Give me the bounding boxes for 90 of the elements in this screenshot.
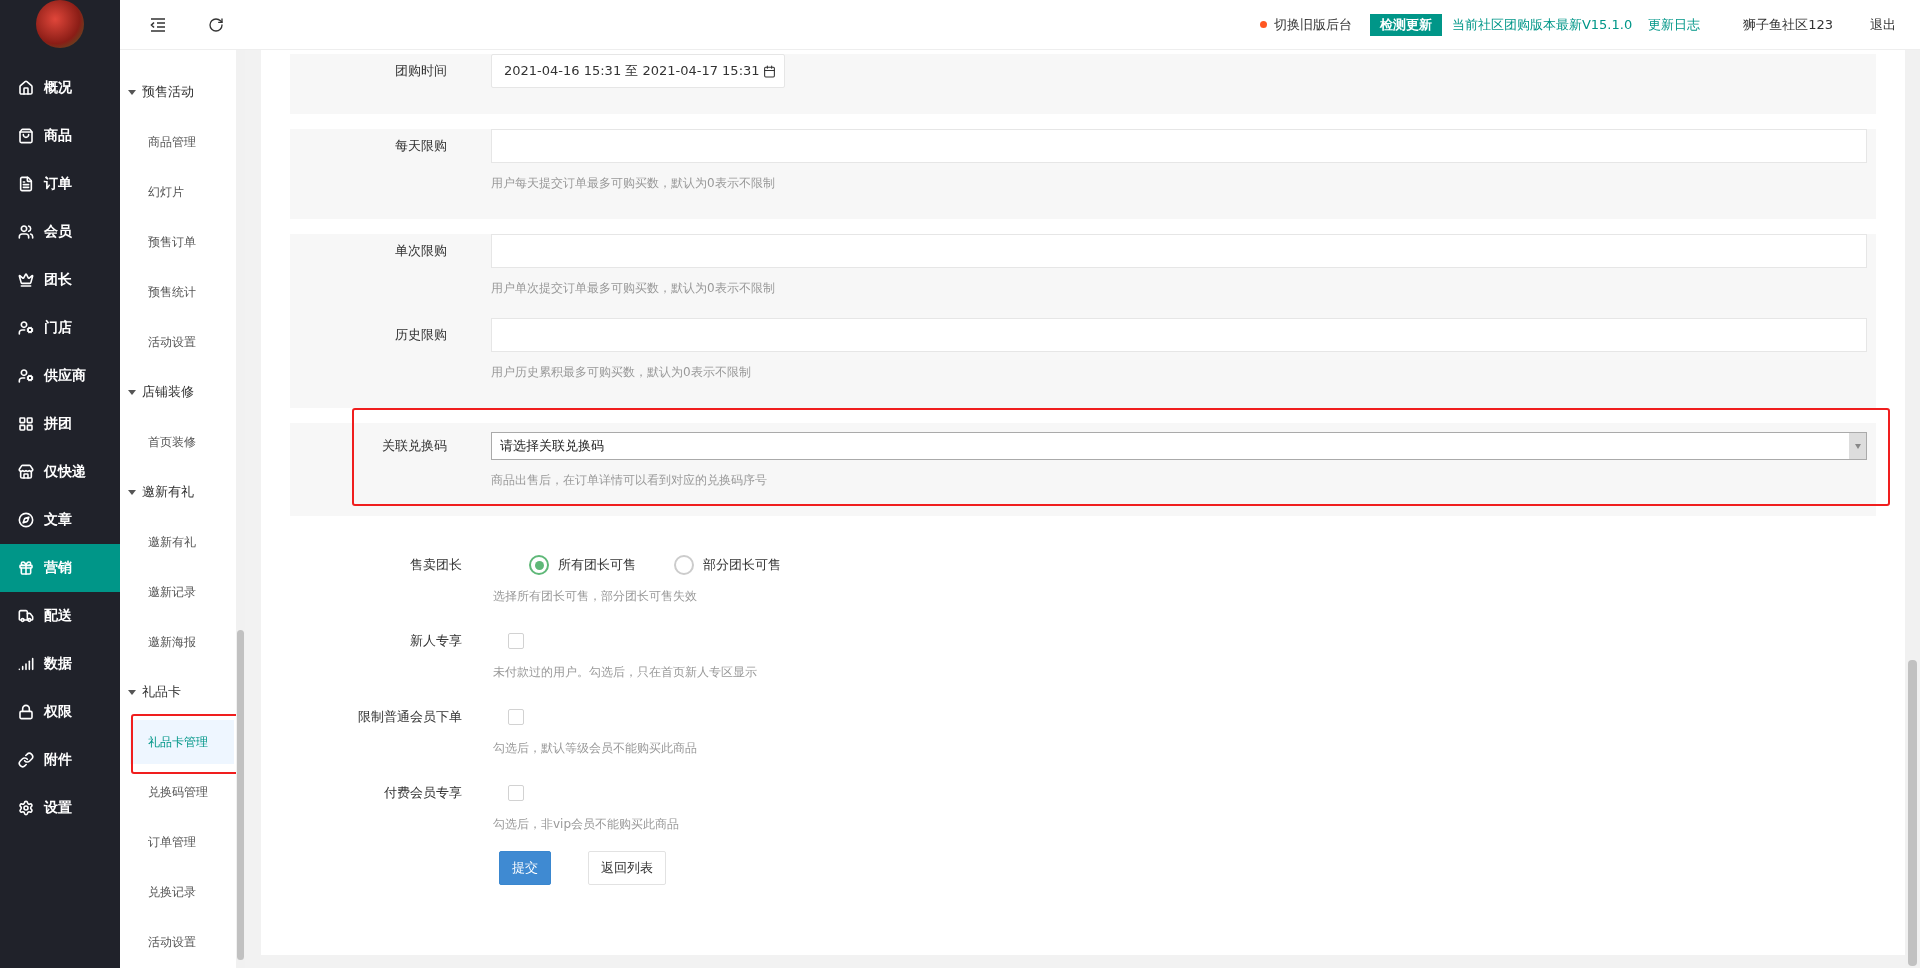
checkbox[interactable] xyxy=(508,785,524,801)
nav-icon xyxy=(18,608,34,624)
sidebar-item[interactable]: 权限 xyxy=(0,688,120,736)
switch-version-link[interactable]: 切换旧版后台 xyxy=(1273,15,1352,34)
sidebar-item[interactable]: 配送 xyxy=(0,592,120,640)
nav-icon xyxy=(18,320,34,336)
subnav-item[interactable]: 邀新海报 xyxy=(130,620,234,664)
submit-button[interactable]: 提交 xyxy=(499,851,551,885)
field-label: 团购时间 xyxy=(394,62,447,80)
nav-icon xyxy=(18,464,34,480)
subnav-item[interactable]: 邀新记录 xyxy=(130,570,234,614)
field-label: 每天限购 xyxy=(394,137,447,155)
subnav-item[interactable]: 活动设置 xyxy=(130,320,234,364)
field-hint: 商品出售后，在订单详情可以看到对应的兑换码序号 xyxy=(491,472,767,489)
nav-icon xyxy=(18,704,34,720)
subnav-item[interactable]: 礼品卡管理 xyxy=(130,720,234,764)
sidebar-item[interactable]: 供应商 xyxy=(0,352,120,400)
sidebar-item[interactable]: 数据 xyxy=(0,640,120,688)
scrollbar[interactable] xyxy=(236,50,245,968)
date-range-field[interactable]: 2021-04-16 15:31 至 2021-04-17 15:31 xyxy=(491,54,785,88)
sidebar-item[interactable]: 订单 xyxy=(0,160,120,208)
subnav-item[interactable]: 商品管理 xyxy=(130,120,234,164)
nav-icon xyxy=(18,80,34,96)
subnav-item[interactable]: 首页装修 xyxy=(130,420,234,464)
nav-icon xyxy=(18,800,34,816)
subnav-group[interactable]: 礼品卡 xyxy=(120,667,236,717)
input-field[interactable] xyxy=(491,234,1867,268)
checkbox[interactable] xyxy=(508,709,524,725)
sidebar-item[interactable]: 仅快递 xyxy=(0,448,120,496)
scrollbar[interactable] xyxy=(1905,50,1920,968)
option-label: 付费会员专享 xyxy=(383,784,462,802)
sidebar-item[interactable]: 拼团 xyxy=(0,400,120,448)
subnav-item[interactable]: 预售统计 xyxy=(130,270,234,314)
nav-icon xyxy=(18,272,34,288)
subnav-item[interactable]: 预售订单 xyxy=(130,220,234,264)
subnav-item[interactable]: 兑换码管理 xyxy=(130,770,234,814)
user-name[interactable]: 狮子鱼社区123 xyxy=(1743,15,1833,34)
option-label: 新人专享 xyxy=(409,632,462,650)
field-label: 单次限购 xyxy=(394,242,447,260)
field-hint: 用户单次提交订单最多可购买数，默认为0表示不限制 xyxy=(491,280,775,297)
status-dot xyxy=(1259,21,1267,28)
radio-option[interactable]: 所有团长可售 xyxy=(529,555,636,575)
version-text[interactable]: 当前社区团购版本最新V15.1.0 xyxy=(1451,15,1633,34)
field-label: 关联兑换码 xyxy=(381,437,447,455)
sidebar-item[interactable]: 团长 xyxy=(0,256,120,304)
sidebar-item[interactable]: 设置 xyxy=(0,784,120,832)
field-hint: 用户每天提交订单最多可购买数，默认为0表示不限制 xyxy=(491,175,775,192)
option-label: 售卖团长 xyxy=(409,556,462,574)
option-label: 限制普通会员下单 xyxy=(357,708,462,726)
sidebar-item[interactable]: 会员 xyxy=(0,208,120,256)
check-update-button[interactable]: 检测更新 xyxy=(1369,13,1442,36)
subnav-item[interactable]: 幻灯片 xyxy=(130,170,234,214)
nav-icon xyxy=(18,512,34,528)
select-field[interactable]: 请选择关联兑换码 xyxy=(491,432,1867,460)
logo-image xyxy=(36,0,84,48)
field-hint: 勾选后，非vip会员不能购买此商品 xyxy=(493,816,680,833)
subnav-item[interactable]: 活动设置 xyxy=(130,920,234,964)
sidebar-item[interactable]: 商品 xyxy=(0,112,120,160)
checkbox[interactable] xyxy=(508,633,524,649)
field-hint: 选择所有团长可售，部分团长可售失效 xyxy=(493,588,697,605)
field-hint: 勾选后，默认等级会员不能购买此商品 xyxy=(493,740,697,757)
field-hint: 用户历史累积最多可购买数，默认为0表示不限制 xyxy=(491,364,751,381)
nav-icon xyxy=(18,176,34,192)
subnav-item[interactable]: 邀新有礼 xyxy=(130,520,234,564)
sidebar-item[interactable]: 文章 xyxy=(0,496,120,544)
field-hint: 未付款过的用户。勾选后，只在首页新人专区显示 xyxy=(493,664,757,681)
field-label: 历史限购 xyxy=(394,326,447,344)
input-field[interactable] xyxy=(491,318,1867,352)
sidebar-item[interactable]: 门店 xyxy=(0,304,120,352)
subnav-group[interactable]: 邀新有礼 xyxy=(120,467,236,517)
logout-link[interactable]: 退出 xyxy=(1870,15,1896,34)
radio-option[interactable]: 部分团长可售 xyxy=(674,555,781,575)
back-button[interactable]: 返回列表 xyxy=(588,851,666,885)
nav-icon xyxy=(18,656,34,672)
nav-icon xyxy=(18,752,34,768)
nav-icon xyxy=(18,416,34,432)
nav-icon xyxy=(18,560,34,576)
subnav-group[interactable]: 预售活动 xyxy=(120,67,236,117)
input-field[interactable] xyxy=(491,129,1867,163)
nav-icon xyxy=(18,368,34,384)
sidebar-item[interactable]: 营销 xyxy=(0,544,120,592)
nav-icon xyxy=(18,224,34,240)
sidebar-item[interactable]: 概况 xyxy=(0,64,120,112)
calendar-icon xyxy=(762,64,776,78)
nav-icon xyxy=(18,128,34,144)
subnav-item[interactable]: 订单管理 xyxy=(130,820,234,864)
subnav-group[interactable]: 店铺装修 xyxy=(120,367,236,417)
subnav-item[interactable]: 兑换记录 xyxy=(130,870,234,914)
sidebar-item[interactable]: 附件 xyxy=(0,736,120,784)
changelog-link[interactable]: 更新日志 xyxy=(1648,15,1701,34)
